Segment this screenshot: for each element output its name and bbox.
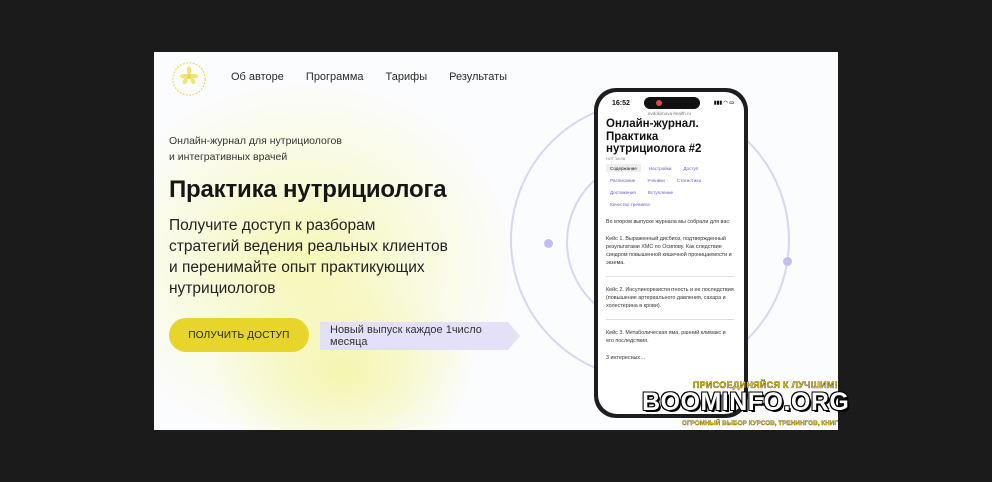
hero-lead: Получите доступ к разборам стратегий вед…: [169, 215, 499, 299]
phone-title-line: Онлайн-журнал.: [606, 118, 699, 130]
phone-time: 16:52: [612, 99, 630, 107]
phone-case-3: Кейс 3. Метаболическая яма, ранний клима…: [606, 319, 734, 345]
watermark-logo: ПРИСОЕДИНЯЙСЯ К ЛУЧШИМ! BOOMINFO.ORG ОГР…: [642, 380, 849, 432]
new-issue-badge: Новый выпуск каждое 1число месяца: [320, 322, 520, 350]
tab-quality[interactable]: Качество тренинга: [606, 200, 654, 208]
phone-more: 3 интересных…: [606, 355, 646, 361]
phone-status-bar: 16:52 ▮▮▮ ◠ ▭: [612, 96, 734, 110]
phone-case-2: Кейс 2. Инсулинорезистентность и ее посл…: [606, 276, 734, 310]
hero-subtitle: Онлайн-журнал для нутрициологов и интегр…: [169, 133, 429, 165]
phone-screen: 16:52 ▮▮▮ ◠ ▭ evdokimova-health.ru Онлай…: [598, 92, 744, 414]
phone-url: evdokimova-health.ru: [648, 111, 692, 116]
tab-achievements[interactable]: Достижения: [606, 188, 640, 196]
phone-date: НИГ 18:08: [606, 156, 626, 161]
watermark-main-text: BOOMINFO.ORG: [642, 388, 850, 416]
orbit-dot-right: [783, 257, 792, 266]
tab-intro[interactable]: Вступление: [644, 188, 677, 196]
tab-statistics[interactable]: Статистика: [673, 176, 705, 184]
phone-intro: Во втором выпуске журнала мы собрали для…: [606, 219, 731, 225]
phone-case-1: Кейс 1. Выраженный дисбиоз, подтвержденн…: [606, 236, 732, 266]
phone-page-title: Онлайн-журнал. Практика нутрициолога #2: [606, 118, 736, 156]
phone-title-line: нутрициолога #2: [606, 143, 702, 155]
phone-mockup: 16:52 ▮▮▮ ◠ ▭ evdokimova-health.ru Онлай…: [594, 88, 748, 418]
tab-students[interactable]: Ученики: [643, 176, 669, 184]
landing-page: Об авторе Программа Тарифы Результаты Он…: [154, 52, 838, 430]
tab-settings[interactable]: Настройки: [645, 164, 676, 172]
hero-lead-line: Получите доступ к разборам: [169, 217, 376, 234]
hero-title: Практика нутрициолога: [169, 176, 447, 203]
hero-lead-line: и перенимайте опыт практикующих: [169, 259, 425, 276]
nav-item-results[interactable]: Результаты: [449, 71, 507, 83]
tab-access[interactable]: Доступ: [679, 164, 702, 172]
hero-subtitle-line: Онлайн-журнал для нутрициологов: [169, 135, 342, 147]
phone-article: Во втором выпуске журнала мы собрали для…: [606, 218, 734, 371]
hero-subtitle-line: и интегративных врачей: [169, 151, 288, 163]
nav-item-program[interactable]: Программа: [306, 71, 364, 83]
logo-icon[interactable]: [170, 60, 208, 98]
new-issue-badge-text: Новый выпуск каждое 1число месяца: [330, 324, 482, 348]
nav-item-about[interactable]: Об авторе: [231, 71, 284, 83]
get-access-button[interactable]: ПОЛУЧИТЬ ДОСТУП: [169, 318, 309, 352]
signal-wifi-battery-icon: ▮▮▮ ◠ ▭: [713, 100, 734, 106]
tab-contents[interactable]: Содержание: [606, 164, 641, 172]
top-nav: Об авторе Программа Тарифы Результаты: [231, 71, 507, 83]
nav-item-pricing[interactable]: Тарифы: [386, 71, 428, 83]
orbit-dot-left: [544, 239, 553, 248]
phone-title-line: Практика: [606, 130, 659, 143]
phone-tabs: Содержание Настройки Доступ Расписание У…: [606, 164, 738, 212]
hero-lead-line: нутрициологов: [169, 280, 276, 297]
hero-lead-line: стратегий ведения реальных клиентов: [169, 238, 448, 255]
watermark-bottom-text: ОГРОМНЫЙ ВЫБОР КУРСОВ, ТРЕНИНГОВ, КНИГ: [681, 420, 838, 427]
tab-schedule[interactable]: Расписание: [606, 176, 639, 184]
